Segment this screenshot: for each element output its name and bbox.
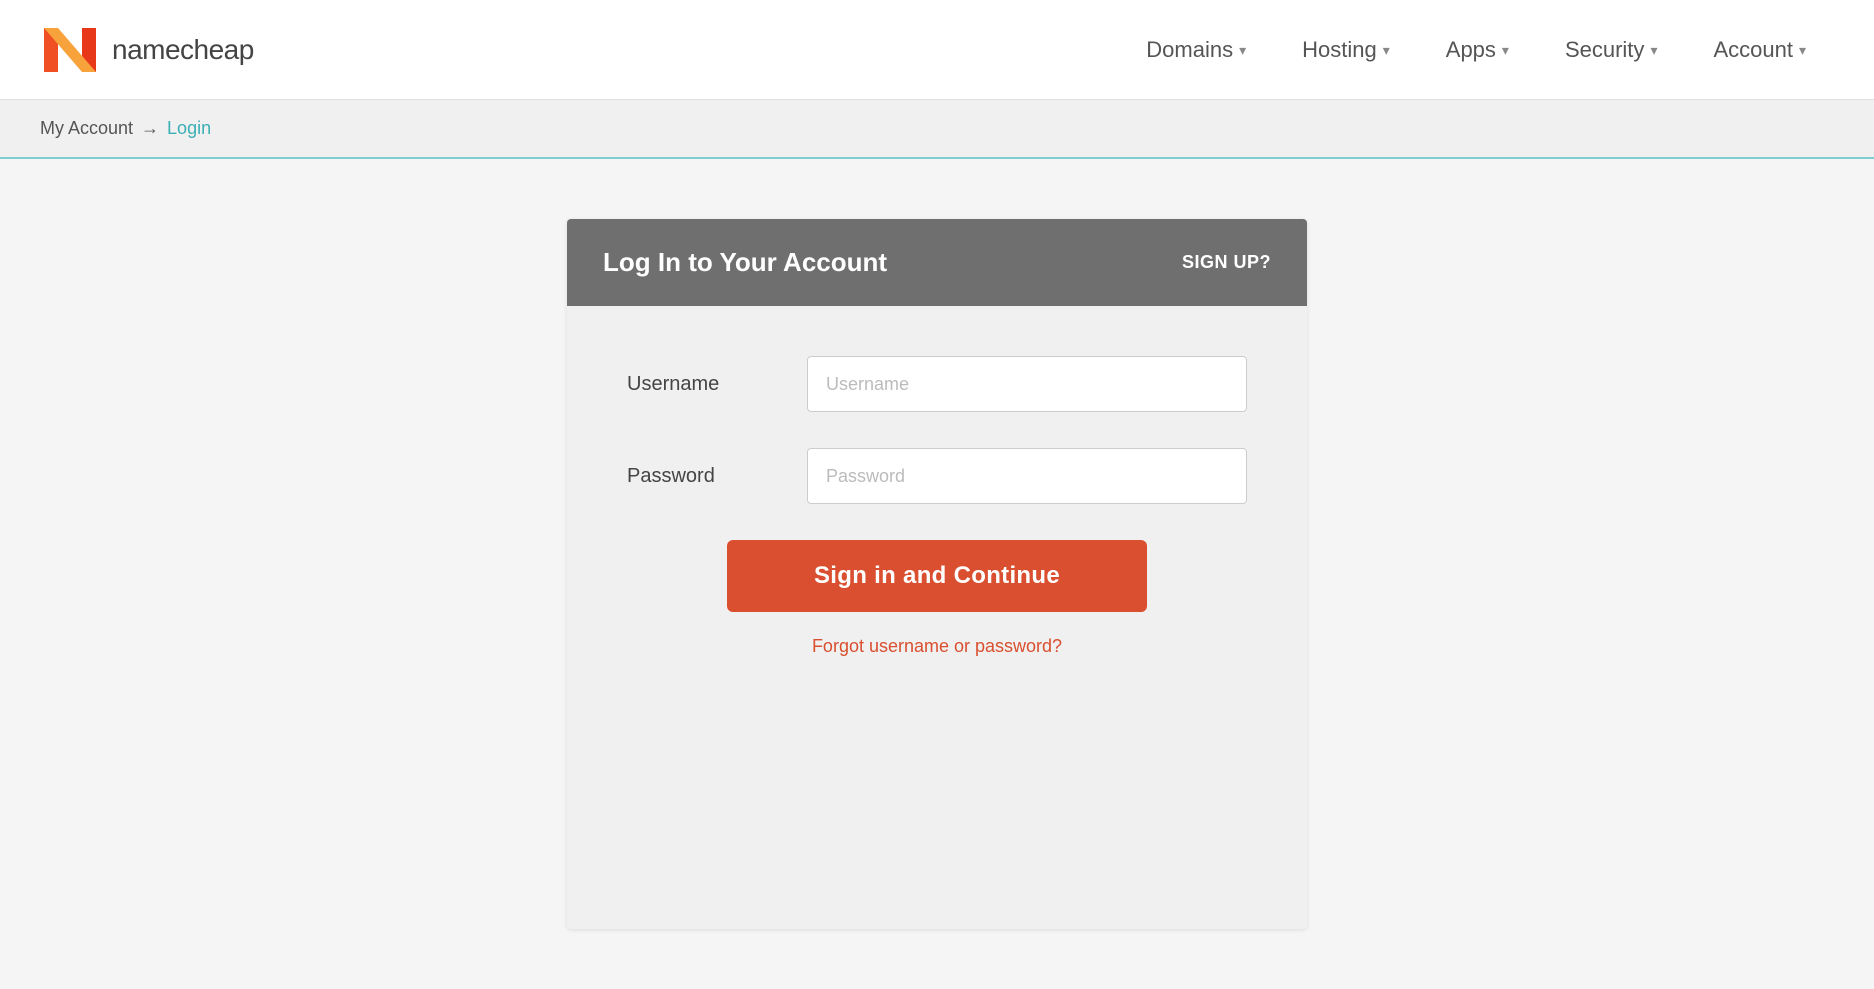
card-header: Log In to Your Account SIGN UP?: [567, 219, 1307, 306]
chevron-down-icon: ▾: [1383, 42, 1390, 59]
username-label: Username: [627, 373, 807, 396]
breadcrumb-arrow: →: [141, 118, 159, 139]
nav-menu: Domains ▾ Hosting ▾ Apps ▾ Security ▾ Ac…: [1118, 27, 1834, 73]
password-label: Password: [627, 465, 807, 488]
nav-item-hosting[interactable]: Hosting ▾: [1274, 27, 1418, 73]
chevron-down-icon: ▾: [1502, 42, 1509, 59]
main-content: Log In to Your Account SIGN UP? Username…: [0, 159, 1874, 989]
card-body: Username Password Sign in and Continue F…: [567, 306, 1307, 717]
nav-label-apps: Apps: [1446, 37, 1496, 63]
forgot-password-link[interactable]: Forgot username or password?: [812, 636, 1062, 657]
header: namecheap Domains ▾ Hosting ▾ Apps ▾ Sec…: [0, 0, 1874, 100]
login-card: Log In to Your Account SIGN UP? Username…: [567, 219, 1307, 929]
username-input[interactable]: [807, 356, 1247, 412]
submit-area: Sign in and Continue Forgot username or …: [627, 540, 1247, 657]
nav-item-security[interactable]: Security ▾: [1537, 27, 1686, 73]
nav-item-domains[interactable]: Domains ▾: [1118, 27, 1274, 73]
password-input[interactable]: [807, 448, 1247, 504]
nav-label-account: Account: [1713, 37, 1793, 63]
chevron-down-icon: ▾: [1650, 42, 1657, 59]
nav-item-apps[interactable]: Apps ▾: [1418, 27, 1537, 73]
chevron-down-icon: ▾: [1799, 42, 1806, 59]
nav-label-security: Security: [1565, 37, 1644, 63]
password-group: Password: [627, 448, 1247, 504]
breadcrumb: My Account → Login: [0, 100, 1874, 159]
logo-icon: [40, 20, 100, 80]
nav-label-hosting: Hosting: [1302, 37, 1377, 63]
username-group: Username: [627, 356, 1247, 412]
nav-label-domains: Domains: [1146, 37, 1233, 63]
signup-link[interactable]: SIGN UP?: [1182, 252, 1271, 273]
breadcrumb-current: Login: [167, 118, 211, 139]
card-title: Log In to Your Account: [603, 247, 887, 278]
breadcrumb-home: My Account: [40, 118, 133, 139]
nav-item-account[interactable]: Account ▾: [1685, 27, 1834, 73]
signin-button[interactable]: Sign in and Continue: [727, 540, 1147, 612]
logo-text: namecheap: [112, 34, 254, 66]
logo-link[interactable]: namecheap: [40, 20, 254, 80]
chevron-down-icon: ▾: [1239, 42, 1246, 59]
